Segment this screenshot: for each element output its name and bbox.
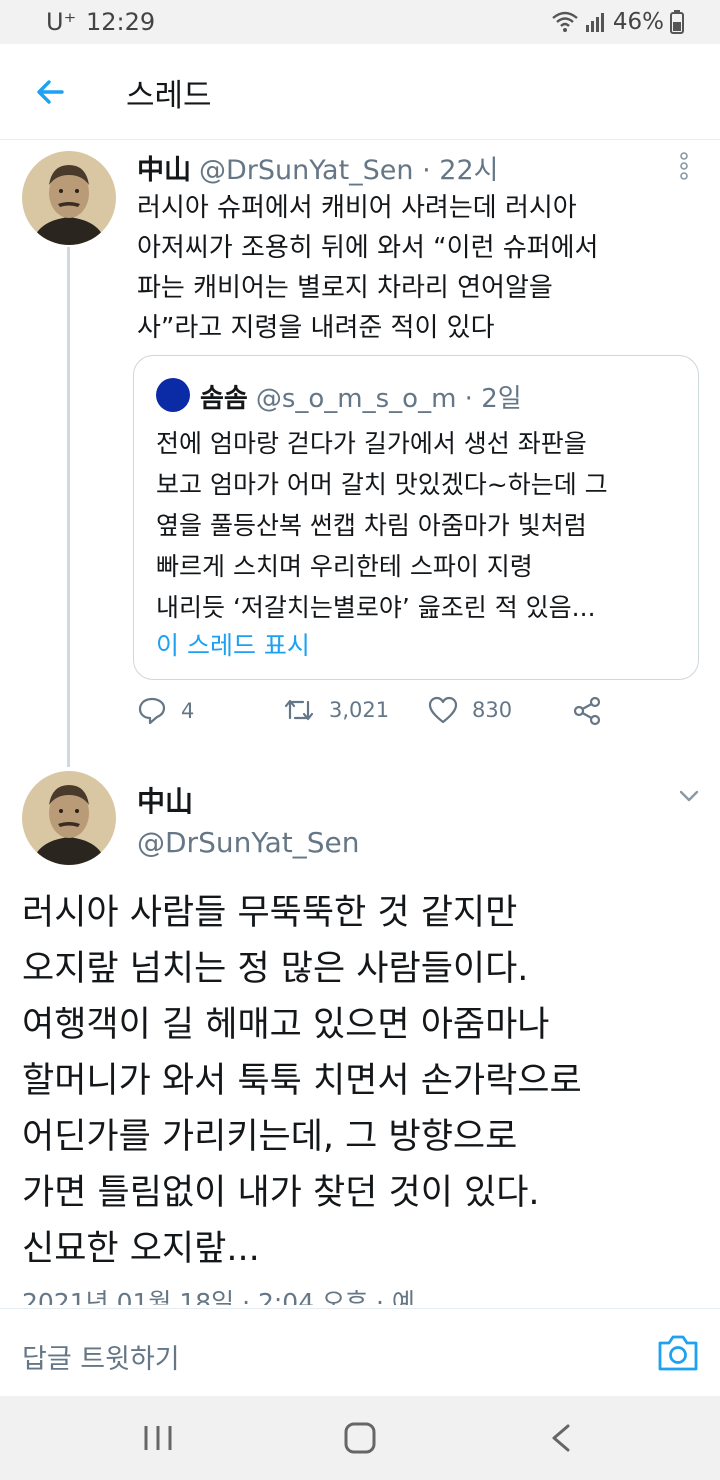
quoted-text-line: 옆을 풀등산복 썬캡 차림 아줌마가 빛처럼 [156,511,587,540]
tweet-text: 러시아 슈퍼에서 캐비어 사려는데 러시아 아저씨가 조용히 뒤에 와서 “이런… [137,188,697,348]
like-button[interactable]: 830 [428,696,512,724]
status-indicators: 46% [551,8,684,36]
quoted-text-line: 내리듯 ‘저갈치는별로야’ 읊조린 적 있음... [156,593,596,622]
like-count: 830 [472,698,513,722]
battery-icon [670,10,684,34]
author-name[interactable]: 中山 [137,155,191,186]
system-nav-bar [0,1396,720,1480]
retweet-button[interactable]: 3,021 [283,696,389,724]
tweet-header: 中山 @DrSunYat_Sen · 22시 [137,148,498,187]
back-arrow-icon[interactable] [28,70,72,114]
status-time: 12:29 [86,8,156,36]
reply-button[interactable]: 4 [137,696,194,726]
quoted-text: 전에 엄마랑 걷다가 길가에서 생선 좌판을 보고 엄마가 어머 갈치 맛있겠다… [156,423,696,628]
reply-composer-bar: 답글 트윗하기 [0,1308,720,1396]
top-bar: 스레드 [0,44,720,140]
tweet-text-line: 오지랖 넘치는 정 많은 사람들이다. [22,949,529,989]
thread-connector [67,247,70,767]
main-tweet-text: 러시아 사람들 무뚝뚝한 것 같지만 오지랖 넘치는 정 많은 사람들이다. 여… [22,885,712,1277]
tweet-text-line: 어딘가를 가리키는데, 그 방향으로 [22,1117,518,1157]
more-options-icon[interactable] [676,152,692,180]
quoted-text-line: 전에 엄마랑 걷다가 길가에서 생선 좌판을 [156,429,587,458]
retweet-icon [284,699,314,721]
tweet-actions: 4 3,021 830 [0,696,720,736]
carrier-label: U⁺ [46,8,77,36]
signal-icon [585,13,604,32]
portrait-icon [22,151,116,245]
quoted-handle-time: @s_o_m_s_o_m · 2일 [255,384,522,414]
tweet-text-line: 아저씨가 조용히 뒤에 와서 “이런 슈퍼에서 [137,233,599,263]
quoted-header: 솜솜 @s_o_m_s_o_m · 2일 [200,378,522,415]
tweet-text-line: 파는 캐비어는 별로지 차라리 연어알을 [137,273,553,303]
share-icon [573,696,601,726]
author-handle[interactable]: @DrSunYat_Sen [137,826,359,859]
reply-icon [138,697,166,725]
quoted-text-line: 보고 엄마가 어머 갈치 맛있겠다~하는데 그 [156,470,608,499]
avatar[interactable] [22,151,116,245]
camera-icon[interactable] [656,1333,700,1373]
tweet-timestamp: 2021년 01월 18일 · 2:04 오후 · 예 [22,1288,415,1305]
show-thread-link[interactable]: 이 스레드 표시 [156,626,310,662]
recent-apps-icon[interactable] [138,1418,178,1458]
tweet-text-line: 러시아 슈퍼에서 캐비어 사려는데 러시아 [137,193,577,223]
tweet-text-line: 사”라고 지령을 내려준 적이 있다 [137,313,495,343]
tweet-text-line: 여행객이 길 헤매고 있으면 아줌마나 [22,1005,550,1045]
author-name[interactable]: 中山 [137,780,193,820]
avatar[interactable] [22,771,116,865]
author-handle-time: @DrSunYat_Sen · 22시 [199,155,499,186]
status-bar: U⁺ 12:29 46% [0,0,720,44]
reply-input[interactable]: 답글 트윗하기 [22,1337,180,1376]
tweet-text-line: 러시아 사람들 무뚝뚝한 것 같지만 [22,893,518,933]
tweet-text-line: 할머니가 와서 툭툭 치면서 손가락으로 [22,1061,582,1101]
battery-percent: 46% [612,9,664,35]
quoted-tweet-card[interactable]: 솜솜 @s_o_m_s_o_m · 2일 전에 엄마랑 걷다가 길가에서 생선 좌… [133,355,699,680]
home-icon[interactable] [340,1418,380,1458]
wifi-icon [552,11,578,32]
retweet-count: 3,021 [329,698,390,722]
quoted-avatar [156,378,190,412]
tweet-text-line: 가면 틀림없이 내가 찾던 것이 있다. [22,1173,540,1213]
system-back-icon[interactable] [542,1418,582,1458]
chevron-down-icon[interactable] [678,788,700,804]
heart-icon [428,696,458,724]
quoted-author-name: 솜솜 [200,384,248,414]
tweet-text-line: 신묘한 오지랖... [22,1229,260,1269]
share-button[interactable] [572,696,602,726]
page-title: 스레드 [126,78,212,114]
portrait-icon [22,771,116,865]
quoted-text-line: 빠르게 스치며 우리한테 스파이 지령 [156,552,533,581]
reply-count: 4 [181,699,195,723]
